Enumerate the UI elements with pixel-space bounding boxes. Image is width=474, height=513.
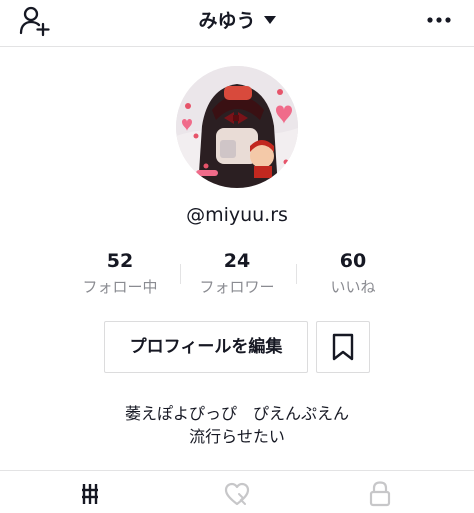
top-bar: みゆう xyxy=(0,0,474,47)
following-label: フォロー中 xyxy=(82,278,158,296)
account-switcher[interactable]: みゆう xyxy=(0,6,474,33)
followers-stat[interactable]: 24 フォロワー xyxy=(179,248,295,297)
edit-profile-button[interactable]: プロフィールを編集 xyxy=(104,321,308,373)
likes-count: 60 xyxy=(339,250,367,272)
avatar[interactable] xyxy=(176,66,298,188)
likes-stat[interactable]: 60 いいね xyxy=(295,248,411,297)
lock-icon[interactable] xyxy=(366,481,394,507)
bio-line: 萎えぽよぴっぴ ぴえんぷえん xyxy=(124,404,349,423)
liked-heart-icon[interactable] xyxy=(223,481,251,507)
bio-line: 流行らせたい xyxy=(189,427,285,446)
following-count: 52 xyxy=(106,250,134,272)
bookmark-button[interactable] xyxy=(316,321,370,373)
likes-label: いいね xyxy=(330,278,376,296)
more-options-icon[interactable] xyxy=(426,10,452,30)
chevron-down-icon xyxy=(263,15,276,24)
bookmark-icon xyxy=(332,333,354,361)
followers-count: 24 xyxy=(223,250,251,272)
grid-icon[interactable] xyxy=(80,481,108,507)
username: @miyuu.rs xyxy=(186,204,288,226)
account-name: みゆう xyxy=(198,10,256,32)
following-stat[interactable]: 52 フォロー中 xyxy=(62,248,178,297)
followers-label: フォロワー xyxy=(199,278,275,296)
profile-tab-bar xyxy=(0,470,474,513)
